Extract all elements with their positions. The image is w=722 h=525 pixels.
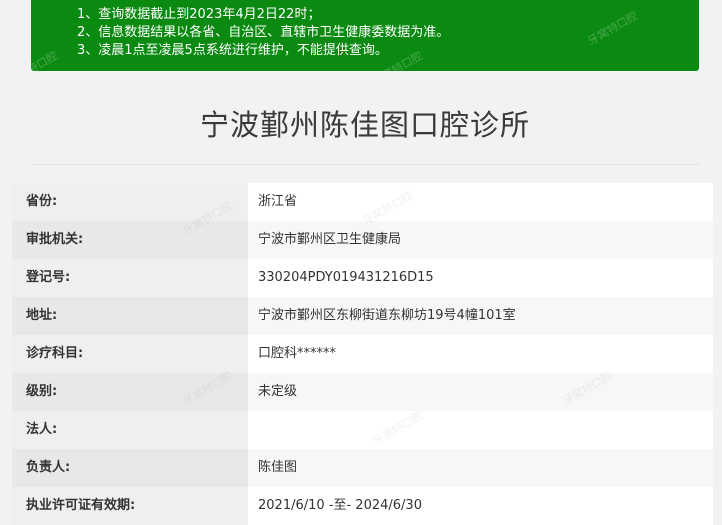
row-label: 审批机关: xyxy=(12,221,248,259)
notice-line-2: 2、信息数据结果以各省、自治区、直辖市卫生健康委数据为准。 xyxy=(77,25,450,40)
row-value xyxy=(248,411,713,449)
table-row-registration-number: 登记号: 330204PDY019431216D15 xyxy=(12,259,713,297)
row-label: 诊疗科目: xyxy=(12,335,248,373)
notice-banner: 1、查询数据截止到2023年4月2日22时； 2、信息数据结果以各省、自治区、直… xyxy=(31,0,699,71)
row-value: 宁波市鄞州区东柳街道东柳坊19号4幢101室 xyxy=(258,308,516,323)
row-value: 330204PDY019431216D15 xyxy=(258,270,434,285)
title-divider xyxy=(31,164,699,165)
row-label: 地址: xyxy=(12,297,248,335)
row-value: 陈佳图 xyxy=(258,460,298,475)
table-row-department: 诊疗科目: 口腔科****** xyxy=(12,335,713,373)
info-table: 省份: 浙江省 审批机关: 宁波市鄞州区卫生健康局 登记号: 330204PDY… xyxy=(12,183,713,525)
row-label: 登记号: xyxy=(12,259,248,297)
row-label: 执业许可证有效期: xyxy=(12,487,248,525)
row-label: 级别: xyxy=(12,373,248,411)
row-value: 宁波市鄞州区卫生健康局 xyxy=(258,232,402,247)
row-label: 省份: xyxy=(12,183,248,221)
table-row-province: 省份: 浙江省 xyxy=(12,183,713,221)
row-value: 浙江省 xyxy=(258,194,298,209)
row-label: 法人: xyxy=(12,411,248,449)
table-row-legal-person: 法人: xyxy=(12,411,713,449)
table-row-person-in-charge: 负责人: 陈佳图 xyxy=(12,449,713,487)
table-row-approval-authority: 审批机关: 宁波市鄞州区卫生健康局 xyxy=(12,221,713,259)
notice-line-3: 3、凌晨1点至凌晨5点系统进行维护，不能提供查询。 xyxy=(77,43,388,58)
table-row-license-validity: 执业许可证有效期: 2021/6/10 -至- 2024/6/30 xyxy=(12,487,713,525)
notice-line-1: 1、查询数据截止到2023年4月2日22时； xyxy=(77,7,321,22)
table-row-address: 地址: 宁波市鄞州区东柳街道东柳坊19号4幢101室 xyxy=(12,297,713,335)
row-value: 未定级 xyxy=(258,384,298,399)
table-row-level: 级别: 未定级 xyxy=(12,373,713,411)
row-value: 2021/6/10 -至- 2024/6/30 xyxy=(258,498,422,513)
row-label: 负责人: xyxy=(12,449,248,487)
row-value: 口腔科****** xyxy=(258,346,337,361)
page-title: 宁波鄞州陈佳图口腔诊所 xyxy=(199,108,530,142)
